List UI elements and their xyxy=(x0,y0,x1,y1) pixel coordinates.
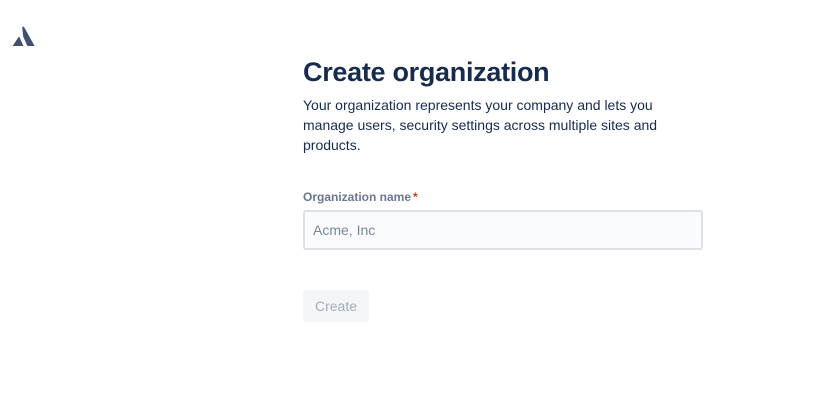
organization-name-input[interactable] xyxy=(305,212,701,248)
create-organization-form: Create organization Your organization re… xyxy=(303,54,703,322)
create-button[interactable]: Create xyxy=(303,290,370,322)
organization-name-label-text: Organization name xyxy=(303,190,412,204)
create-organization-page: Create organization Your organization re… xyxy=(0,0,824,409)
required-marker: * xyxy=(413,190,418,204)
page-title: Create organization xyxy=(303,57,550,87)
page-description: Your organization represents your compan… xyxy=(303,97,658,153)
organization-name-field-wrapper xyxy=(303,210,703,250)
organization-name-label: Organization name * xyxy=(303,189,703,205)
atlassian-logo-icon[interactable] xyxy=(12,26,35,47)
